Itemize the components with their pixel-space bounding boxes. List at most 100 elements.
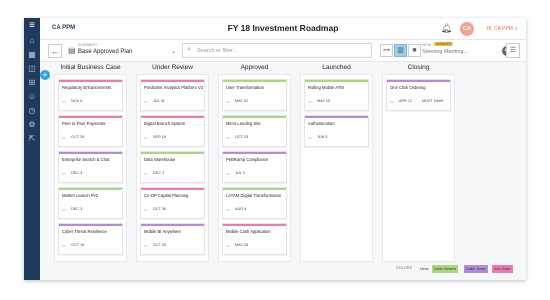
- roadmap-card[interactable]: Digital Branch System ▭ SEP 18: [140, 115, 205, 147]
- calendar-icon: ▭: [144, 171, 148, 176]
- calendar-icon: ▭: [390, 99, 394, 104]
- add-item-button[interactable]: +: [40, 70, 50, 80]
- app-window: ≡ ⌂ ▦ ◫ ⊞ ☺ ◷ ⚙ ⇱ CA PPM FY 18 Investmen…: [24, 18, 526, 280]
- card-color-bar: [223, 152, 286, 154]
- card-color-bar: [141, 152, 204, 154]
- list-view-button[interactable]: ☰: [506, 43, 520, 58]
- user-menu[interactable]: Hi, CA PPM ∨: [487, 26, 518, 32]
- view-label: VIEW: [422, 43, 432, 47]
- card-title: One Click Ordering: [390, 85, 426, 90]
- roadmap-card[interactable]: Market Launch Pv2 ▭ DEC 3: [58, 187, 123, 219]
- card-date: DEC 3: [71, 207, 83, 211]
- home-icon[interactable]: ⌂: [24, 34, 40, 48]
- card-title: Micro Lending Site: [226, 121, 261, 126]
- card-color-bar: [59, 152, 122, 154]
- board-view-button[interactable]: ▥: [394, 44, 407, 57]
- card-title: PeBRamp Compliance: [226, 157, 269, 162]
- calendar-icon: ▭: [308, 99, 312, 104]
- roadmap-card[interactable]: User Transformation ▭ MAY 31: [222, 79, 287, 111]
- card-color-bar: [59, 224, 122, 226]
- avatar[interactable]: CA: [460, 22, 474, 36]
- roadmap-card[interactable]: Micro Lending Site ▭ OCT 23: [222, 115, 287, 147]
- roadmap-card[interactable]: Enterprise Search & Chat ▭ DEC 3: [58, 151, 123, 183]
- roadmap-card[interactable]: Mobile BI Anywhere ▭ OCT 26: [140, 223, 205, 255]
- search-icon: ⌕: [187, 46, 191, 53]
- unsaved-badge: UNSAVED: [434, 42, 454, 46]
- card-color-bar: [223, 224, 286, 226]
- card-title: Mobile Cash Application: [226, 229, 271, 234]
- legend-label: COLORS: [396, 266, 413, 270]
- board-column: Closing One Click Ordering ▭ APR 12 MUST HAV…: [382, 62, 455, 262]
- calendar-icon: ▭: [226, 243, 230, 248]
- calendar-icon: ▭: [226, 207, 230, 212]
- back-button[interactable]: ←: [48, 44, 62, 58]
- card-color-bar: [59, 188, 122, 190]
- calendar-icon: ▭: [144, 243, 148, 248]
- clock-icon[interactable]: ◷: [24, 104, 40, 118]
- calendar-icon: ▭: [62, 207, 66, 212]
- top-bar: CA PPM FY 18 Investment Roadmap 🔔︎ CA Hi…: [40, 18, 526, 40]
- card-title: Regulatory Enhancements: [62, 85, 112, 90]
- roadmap-card[interactable]: Regulatory Enhancements ▭ NOV 6: [58, 79, 123, 111]
- roadmap-card[interactable]: PeBRamp Compliance ▭ JUL 9: [222, 151, 287, 183]
- card-date: OCT 30: [153, 207, 167, 211]
- card-priority: MUST HAVE: [422, 99, 444, 103]
- roadmap-card[interactable]: Data Warehouse ▭ DEC 3: [140, 151, 205, 183]
- card-color-bar: [59, 116, 122, 118]
- card-date: MAY 15: [317, 99, 331, 103]
- legend-item[interactable]: Dario Yamera: [432, 265, 458, 273]
- roadmap-card[interactable]: One Click Ordering ▭ APR 12 MUST HAVE: [386, 79, 451, 111]
- scenario-select[interactable]: ▤ SCENARIO Base Approved Plan ⌄: [68, 43, 176, 59]
- roadmap-card[interactable]: Rolling Mobile ATM ▭ MAY 15: [304, 79, 369, 111]
- card-color-bar: [223, 188, 286, 190]
- view-select[interactable]: Steering Meeting...: [422, 49, 468, 55]
- card-date: APR 12: [399, 99, 413, 103]
- card-color-bar: [141, 116, 204, 118]
- roadmap-card[interactable]: Cyber Threat Resilience ▭ OCT 15: [58, 223, 123, 255]
- card-title: Authentication: [308, 121, 335, 126]
- left-nav-rail: ≡ ⌂ ▦ ◫ ⊞ ☺ ◷ ⚙ ⇱: [24, 18, 40, 280]
- calendar-icon: ▭: [144, 99, 148, 104]
- card-date: OCT 29: [71, 135, 85, 139]
- card-color-bar: [223, 116, 286, 118]
- people-icon[interactable]: ☺: [24, 90, 40, 104]
- legend-item[interactable]: Callie Jones: [464, 265, 488, 273]
- chevron-down-icon: ⌄: [170, 49, 176, 55]
- settings-icon[interactable]: ⚙: [24, 118, 40, 132]
- column-title: Initial Business Case: [60, 64, 121, 71]
- roadmap-card[interactable]: Predictive Analytics Platform V2 ▭ JUL 31: [140, 79, 205, 111]
- chart-icon[interactable]: ◫: [24, 62, 40, 76]
- calendar-icon: ▭: [62, 171, 66, 176]
- calendar-icon: ▭: [62, 99, 66, 104]
- roadmap-card[interactable]: LATAM Digital Transformation ▭ AUG 6: [222, 187, 287, 219]
- grid-icon[interactable]: ▦: [24, 48, 40, 62]
- bell-icon[interactable]: 🔔︎: [441, 23, 452, 34]
- roadmap-card[interactable]: Authentication ▭ JUN 5: [304, 115, 369, 147]
- column-title: Approved: [240, 64, 269, 71]
- search-input[interactable]: ⌕ Search or filter...: [182, 43, 372, 58]
- card-date: DEC 3: [153, 171, 165, 175]
- roadmap-card[interactable]: Co-OP Capital Planning ▭ OCT 30: [140, 187, 205, 219]
- card-color-bar: [59, 80, 122, 82]
- legend-item[interactable]: None: [418, 265, 431, 273]
- menu-icon[interactable]: ≡: [24, 18, 40, 34]
- column-body: Regulatory Enhancements ▭ NOV 6 Peer to Pee…: [54, 74, 127, 262]
- legend-item[interactable]: Eric Gulse: [492, 265, 513, 273]
- roadmap-card[interactable]: Mobile Cash Application ▭ MAY 28: [222, 223, 287, 255]
- page-title: FY 18 Investment Roadmap: [227, 23, 339, 33]
- card-date: JUN 5: [317, 135, 328, 139]
- scenario-value: Base Approved Plan: [78, 49, 133, 55]
- export-icon[interactable]: ⇱: [24, 132, 40, 146]
- roadmap-card[interactable]: Peer to Peer Payments ▭ OCT 29: [58, 115, 123, 147]
- column-title: Launched: [322, 64, 351, 71]
- grid-view-button[interactable]: ■: [408, 44, 421, 57]
- calendar-icon: ▭: [226, 99, 230, 104]
- card-title: Enterprise Search & Chat: [62, 157, 110, 162]
- hierarchy-view-button[interactable]: ⊶: [380, 44, 393, 57]
- card-date: OCT 26: [153, 243, 167, 247]
- roadmap-icon[interactable]: ⊞: [24, 76, 40, 90]
- card-title: Predictive Analytics Platform V2: [144, 85, 204, 90]
- card-color-bar: [141, 188, 204, 190]
- card-title: Cyber Threat Resilience: [62, 229, 107, 234]
- card-date: OCT 23: [235, 135, 249, 139]
